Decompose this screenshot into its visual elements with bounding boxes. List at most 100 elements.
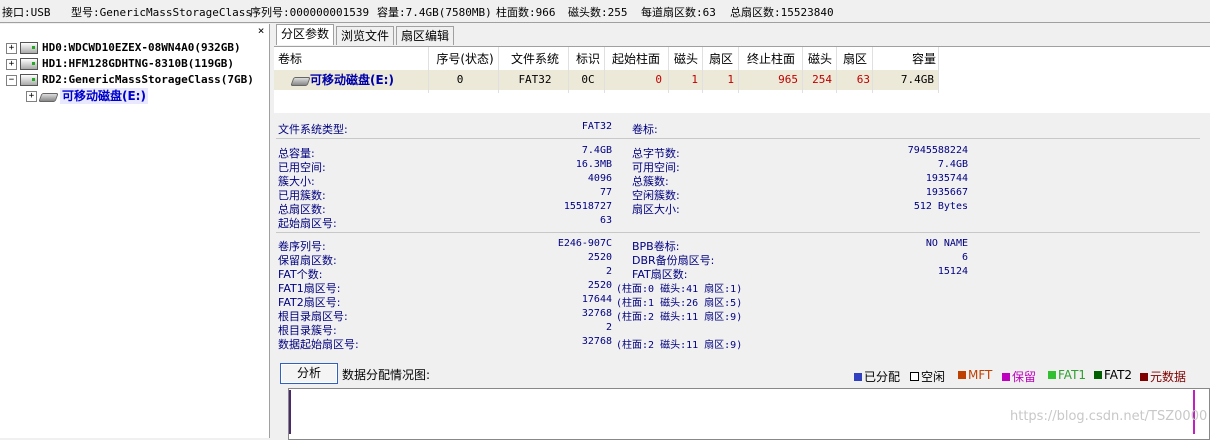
detail-value: 15124 (937, 266, 968, 277)
filesystem-cell: FAT32 (518, 73, 552, 86)
id-cell: 0C (581, 73, 595, 86)
detail-value: 2520 (587, 252, 612, 263)
removable-disk-icon (38, 93, 59, 102)
column-header[interactable]: 扇区 (704, 49, 738, 69)
hard-disk-icon (20, 58, 38, 70)
interface-info: 接口:USB (2, 6, 51, 19)
tree-item-label: HD0:WDCWD10EZEX-08WN4A0(932GB) (42, 41, 241, 54)
legend-free: 空闲 (910, 368, 945, 385)
detail-value: 63 (599, 215, 612, 226)
column-divider (836, 47, 837, 93)
close-icon[interactable]: × (255, 24, 267, 38)
column-header[interactable]: 标识 (570, 49, 606, 69)
partition-details: 文件系统类型: FAT32 卷标: 总容量: 7.4GB 已用空间: 16.3M… (272, 114, 1208, 374)
legend-reserved: 保留 (1002, 368, 1036, 385)
disk-info-bar: 接口:USB 型号:GenericMassStorageClass 序列号:00… (0, 0, 1210, 23)
expand-icon[interactable]: + (26, 91, 37, 102)
column-header[interactable]: 容量 (874, 49, 936, 69)
total-sectors-info: 总扇区数:15523840 (730, 6, 834, 19)
column-divider (738, 47, 739, 93)
detail-value: 2 (605, 322, 612, 333)
column-header[interactable]: 序号(状态) (430, 49, 500, 69)
legend-swatch (854, 373, 862, 381)
legend-swatch (1002, 373, 1010, 381)
column-header[interactable]: 起始柱面 (606, 49, 666, 69)
chs-note: (柱面:2 磁头:11 扇区:9) (616, 340, 743, 351)
detail-label: 起始扇区号: (278, 217, 337, 230)
chs-note: (柱面:2 磁头:11 扇区:9) (616, 312, 743, 323)
column-divider (668, 47, 669, 93)
column-header[interactable]: 卷标 (278, 49, 428, 69)
legend-label: 元数据 (1150, 370, 1187, 384)
volume-label-label: 卷标: (632, 123, 658, 136)
volume-label-cell: 可移动磁盘(E:) (310, 73, 394, 87)
column-header[interactable]: 磁头 (804, 49, 836, 69)
hard-disk-icon (20, 42, 38, 54)
legend-label: FAT2 (1104, 368, 1133, 382)
tree-item-hd1[interactable]: + HD1:HFM128GDHTNG-8310B(119GB) (6, 56, 268, 72)
legend-mft: MFT (958, 368, 992, 382)
detail-value: 17644 (581, 294, 612, 305)
partition-row[interactable]: 可移动磁盘(E:) 0 FAT32 0C 0 1 1 965 254 63 7.… (274, 70, 938, 90)
detail-value: 512 Bytes (913, 201, 968, 212)
column-divider (702, 47, 703, 93)
column-divider (568, 47, 569, 93)
tab-sector-edit[interactable]: 扇区编辑 (396, 26, 455, 45)
serial-info: 序列号:000000001539 (250, 6, 370, 19)
detail-value: 1935667 (925, 187, 968, 198)
detail-value: 7.4GB (937, 159, 968, 170)
start-cylinder-cell: 0 (655, 73, 662, 86)
detail-value: 7.4GB (581, 145, 612, 156)
expand-icon[interactable]: + (6, 59, 17, 70)
capacity-info: 容量:7.4GB(7580MB) (377, 6, 492, 19)
detail-value: 77 (599, 187, 612, 198)
partition-panel: 分区参数 浏览文件 扇区编辑 卷标 序号(状态) 文件系统 标识 起始柱面 磁头… (272, 24, 1210, 440)
detail-value: 2 (605, 266, 612, 277)
detail-label: FAT扇区数: (632, 268, 688, 281)
column-header[interactable]: 磁头 (670, 49, 702, 69)
legend-swatch (1140, 373, 1148, 381)
column-header[interactable]: 终止柱面 (740, 49, 802, 69)
column-divider (428, 47, 429, 93)
detail-value: 2520 (587, 280, 612, 291)
legend-label: 空闲 (921, 370, 946, 384)
model-info: 型号:GenericMassStorageClass (71, 6, 252, 19)
end-cylinder-cell: 965 (778, 73, 798, 86)
analyze-button[interactable]: 分析 (280, 363, 338, 384)
fs-type-label: 文件系统类型: (278, 123, 348, 136)
detail-value: 7945588224 (907, 145, 968, 156)
detail-value: E246-907C (557, 238, 612, 249)
column-header[interactable]: 文件系统 (500, 49, 570, 69)
tree-item-rd2[interactable]: − RD2:GenericMassStorageClass(7GB) (6, 72, 268, 88)
start-head-cell: 1 (691, 73, 698, 86)
tab-partition-params[interactable]: 分区参数 (276, 24, 335, 45)
disk-tree-panel[interactable]: × + HD0:WDCWD10EZEX-08WN4A0(932GB) + HD1… (0, 24, 270, 438)
collapse-icon[interactable]: − (6, 75, 17, 86)
legend-label: FAT1 (1058, 368, 1087, 382)
divider (276, 232, 1200, 233)
start-sector-cell: 1 (727, 73, 734, 86)
legend-label: MFT (968, 368, 993, 382)
legend-swatch (910, 372, 919, 381)
column-divider (938, 47, 939, 93)
end-sector-cell: 63 (856, 73, 870, 86)
watermark-text: https://blog.csdn.net/TSZ0000 (1010, 409, 1208, 424)
legend-swatch (1094, 371, 1102, 379)
allocation-map-start-marker (289, 390, 291, 434)
divider (276, 138, 1200, 139)
tree-item-hd0[interactable]: + HD0:WDCWD10EZEX-08WN4A0(932GB) (6, 40, 268, 56)
column-header[interactable]: 扇区 (838, 49, 872, 69)
tab-browse-files[interactable]: 浏览文件 (336, 26, 395, 45)
tree-item-partition-e[interactable]: + 可移动磁盘(E:) (26, 88, 166, 104)
column-divider (604, 47, 605, 93)
allocation-map-label: 数据分配情况图: (342, 368, 431, 382)
fs-type-value: FAT32 (581, 121, 612, 132)
detail-value: 32768 (581, 336, 612, 347)
removable-disk-icon (290, 77, 311, 86)
column-divider (872, 47, 873, 93)
tree-item-label: 可移动磁盘(E:) (60, 88, 148, 104)
capacity-cell: 7.4GB (900, 73, 934, 86)
expand-icon[interactable]: + (6, 43, 17, 54)
legend-label: 已分配 (864, 370, 901, 384)
heads-info: 磁头数:255 (568, 6, 628, 19)
